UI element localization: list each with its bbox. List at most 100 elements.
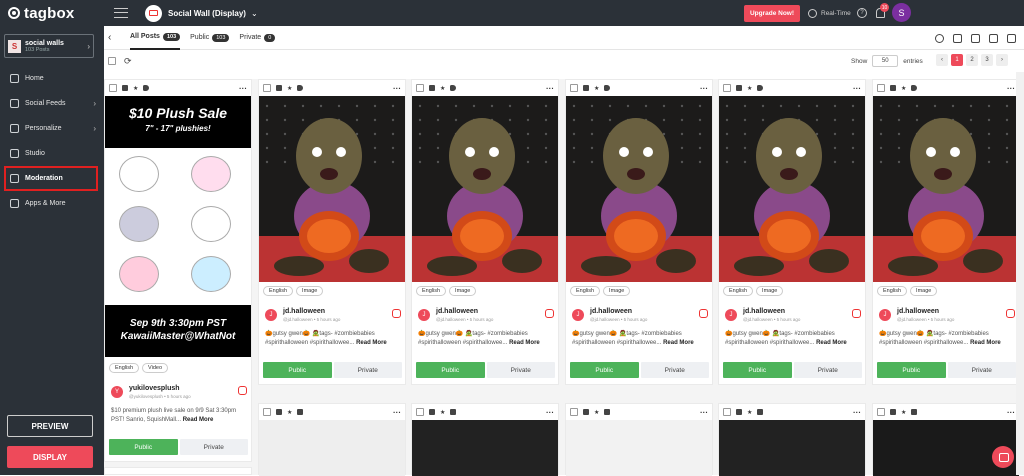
private-button[interactable]: Private [947,362,1016,378]
next-page-icon[interactable]: › [996,54,1008,66]
entries-select[interactable]: 50 [872,55,899,67]
tag-icon[interactable] [297,85,304,91]
upgrade-button[interactable]: Upgrade Now! [744,5,800,22]
chat-icon[interactable] [992,446,1014,468]
select-checkbox[interactable] [723,84,731,92]
author-name[interactable]: yukilovesplush [129,385,180,392]
tag-chip[interactable]: English [723,286,754,296]
tab-private[interactable]: Private 0 [239,26,276,50]
display-button[interactable]: DISPLAY [7,446,93,468]
select-checkbox[interactable] [877,408,885,416]
select-checkbox[interactable] [570,84,578,92]
tag-chip[interactable]: Image [910,286,938,296]
author-name[interactable]: jd.halloween [590,308,632,315]
star-icon[interactable]: ★ [440,85,445,92]
tag-chip[interactable]: Image [296,286,324,296]
wall-title[interactable]: Social Wall (Display) [168,9,246,18]
tagbox-logo[interactable]: tagbox [0,0,104,26]
star-icon[interactable]: ★ [133,85,138,92]
author-name[interactable]: jd.halloween [897,308,939,315]
select-checkbox[interactable] [877,84,885,92]
sidebar-item-social-feeds[interactable]: Social Feeds › [0,91,104,116]
star-icon[interactable]: ★ [901,409,906,416]
public-button[interactable]: Public [877,362,946,378]
post-image[interactable] [566,420,712,476]
more-options-icon[interactable]: ··· [700,84,708,93]
calendar-icon[interactable] [953,33,962,43]
pin-icon[interactable] [276,85,282,91]
post-image[interactable] [412,420,558,476]
preview-button[interactable]: PREVIEW [7,415,93,437]
more-options-icon[interactable]: ··· [546,408,554,417]
pin-icon[interactable] [890,85,896,91]
author-name[interactable]: jd.halloween [283,308,325,315]
select-all-checkbox[interactable] [108,57,116,65]
public-button[interactable]: Public [416,362,485,378]
tag-icon[interactable] [604,85,611,91]
chevron-down-icon[interactable]: ⌄ [251,9,258,18]
tag-chip[interactable]: English [877,286,908,296]
post-image[interactable] [719,420,865,476]
tab-public[interactable]: Public 103 [190,26,230,50]
sidebar-item-moderation[interactable]: Moderation [4,166,98,191]
instagram-icon[interactable] [392,309,401,318]
pin-icon[interactable] [736,85,742,91]
refresh-icon[interactable]: ⟳ [124,56,132,67]
private-button[interactable]: Private [333,362,402,378]
read-more-link[interactable]: Read More [356,340,387,346]
select-checkbox[interactable] [723,408,731,416]
instagram-icon[interactable] [545,309,554,318]
pin-icon[interactable] [429,85,435,91]
tag-chip[interactable]: English [570,286,601,296]
select-checkbox[interactable] [109,84,117,92]
read-more-link[interactable]: Read More [509,340,540,346]
tag-chip[interactable]: Image [603,286,631,296]
pin-icon[interactable] [429,409,435,415]
grid-view-icon[interactable] [989,33,998,43]
sidebar-item-apps[interactable]: Apps & More [0,191,104,216]
star-icon[interactable]: ★ [594,85,599,92]
tag-chip[interactable]: English [263,286,294,296]
more-options-icon[interactable]: ··· [1007,408,1015,417]
private-button[interactable]: Private [179,439,248,455]
tag-icon[interactable] [911,85,918,91]
post-image[interactable] [259,96,405,282]
more-options-icon[interactable]: ··· [393,84,401,93]
tag-chip[interactable]: English [109,363,140,373]
pin-icon[interactable] [122,85,128,91]
public-button[interactable]: Public [570,362,639,378]
search-icon[interactable] [935,33,944,43]
page-button[interactable]: 3 [981,54,993,66]
public-button[interactable]: Public [723,362,792,378]
tag-icon[interactable] [450,409,457,415]
more-options-icon[interactable]: ··· [853,408,861,417]
more-options-icon[interactable]: ··· [700,408,708,417]
page-button[interactable]: 1 [951,54,963,66]
realtime-toggle[interactable]: Real-Time [808,0,851,26]
tag-icon[interactable] [143,85,150,91]
sidebar-item-home[interactable]: Home [0,66,104,91]
more-options-icon[interactable]: ··· [546,84,554,93]
select-checkbox[interactable] [570,408,578,416]
private-button[interactable]: Private [793,362,862,378]
tag-chip[interactable]: Image [756,286,784,296]
more-options-icon[interactable]: ··· [1007,84,1015,93]
prev-page-icon[interactable]: ‹ [936,54,948,66]
tag-chip[interactable]: Video [142,363,169,373]
user-avatar[interactable]: S [892,3,911,22]
read-more-link[interactable]: Read More [816,340,847,346]
private-button[interactable]: Private [486,362,555,378]
more-options-icon[interactable]: ··· [239,84,247,93]
star-icon[interactable]: ★ [747,85,752,92]
tag-icon[interactable] [911,409,918,415]
read-more-link[interactable]: Read More [183,417,214,423]
instagram-icon[interactable] [699,309,708,318]
star-icon[interactable]: ★ [440,409,445,416]
star-icon[interactable]: ★ [901,85,906,92]
list-view-icon[interactable] [1007,33,1016,43]
select-checkbox[interactable] [263,84,271,92]
tag-icon[interactable] [450,85,457,91]
scrollbar[interactable] [1016,72,1024,475]
pin-icon[interactable] [276,409,282,415]
instagram-icon[interactable] [852,309,861,318]
